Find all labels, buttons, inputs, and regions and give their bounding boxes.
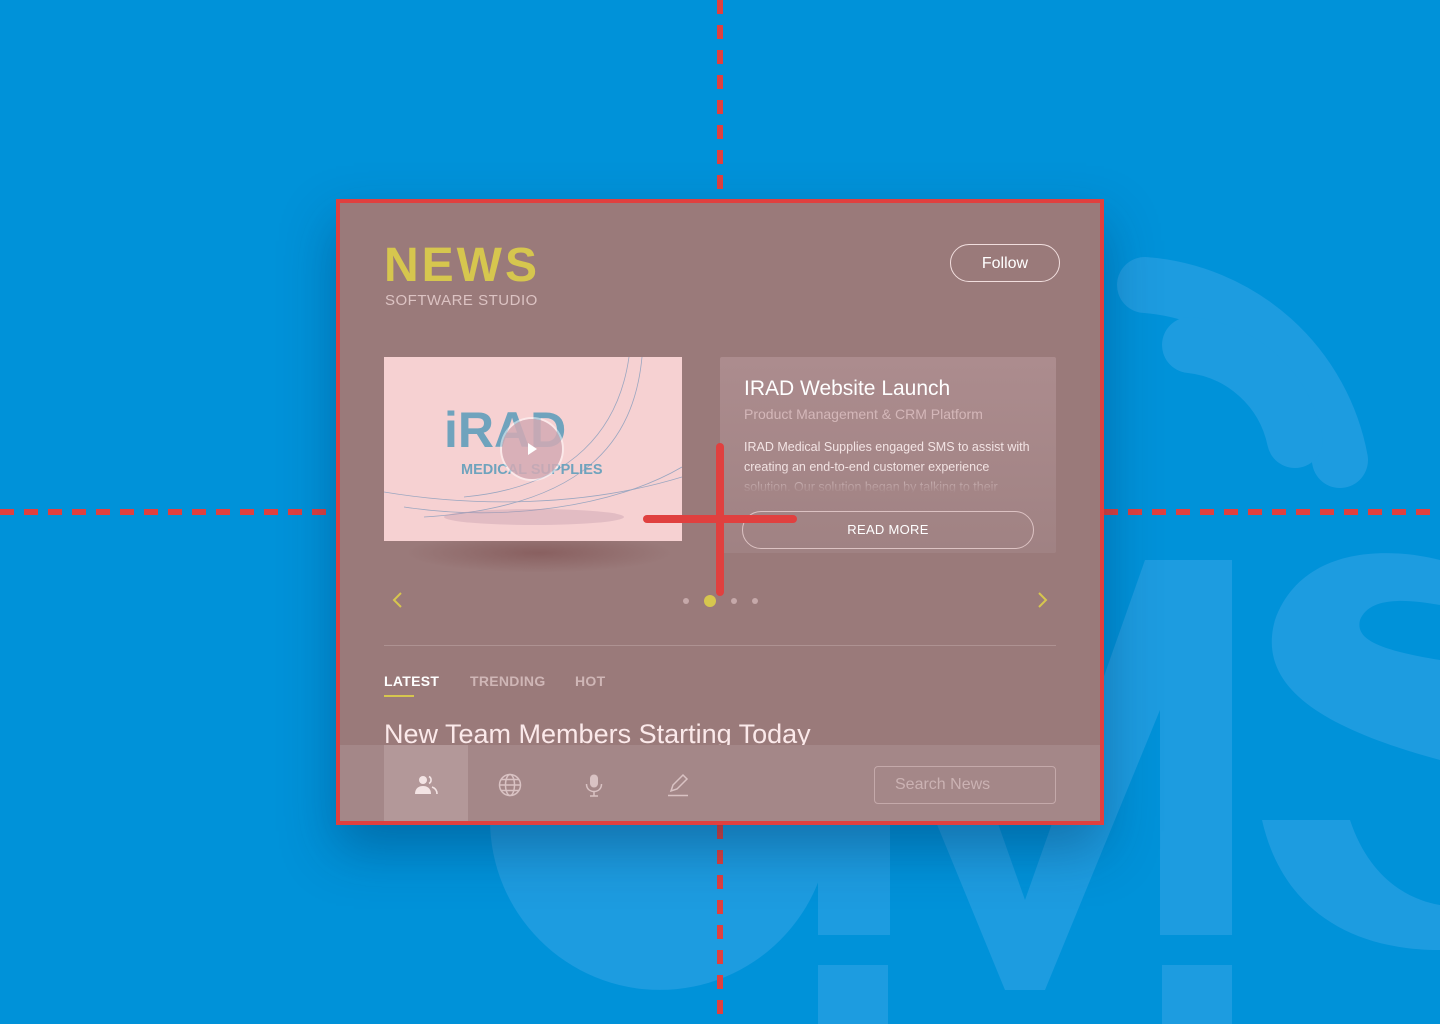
carousel-dot-active[interactable] [704, 595, 716, 607]
crosshair-horizontal [643, 515, 797, 523]
chevron-left-icon[interactable] [388, 590, 408, 610]
carousel-dot[interactable] [731, 598, 737, 604]
article-title: IRAD Website Launch [744, 377, 951, 400]
featured-article-card: IRAD Website Launch Product Management &… [720, 357, 1056, 553]
video-thumbnail[interactable]: iRAD MEDICAL SUPPLIES [384, 357, 682, 541]
search-input[interactable] [874, 766, 1056, 804]
nav-write[interactable] [636, 745, 720, 821]
follow-button[interactable]: Follow [950, 244, 1060, 282]
microphone-icon [585, 774, 603, 797]
chevron-right-icon[interactable] [1032, 590, 1052, 610]
section-divider [384, 645, 1056, 646]
tab-latest[interactable]: LATEST [384, 673, 439, 689]
tab-hot[interactable]: HOT [575, 673, 605, 689]
article-excerpt: IRAD Medical Supplies engaged SMS to ass… [744, 440, 1030, 493]
tab-trending[interactable]: TRENDING [470, 673, 546, 689]
carousel-dot[interactable] [752, 598, 758, 604]
bottom-nav-bar [340, 745, 1100, 821]
nav-globe[interactable] [468, 745, 552, 821]
wifi-icon [1117, 257, 1368, 488]
page-subtitle: SOFTWARE STUDIO [385, 292, 538, 309]
users-icon [415, 775, 438, 795]
nav-users[interactable] [384, 745, 468, 821]
page-title: NEWS [384, 239, 540, 292]
pen-icon [668, 773, 689, 797]
tab-active-indicator [384, 695, 414, 697]
carousel-dot[interactable] [683, 598, 689, 604]
article-subtitle: Product Management & CRM Platform [744, 406, 983, 422]
nav-podcast[interactable] [552, 745, 636, 821]
play-button[interactable] [502, 419, 562, 479]
globe-icon [498, 773, 522, 797]
play-icon [528, 443, 537, 455]
